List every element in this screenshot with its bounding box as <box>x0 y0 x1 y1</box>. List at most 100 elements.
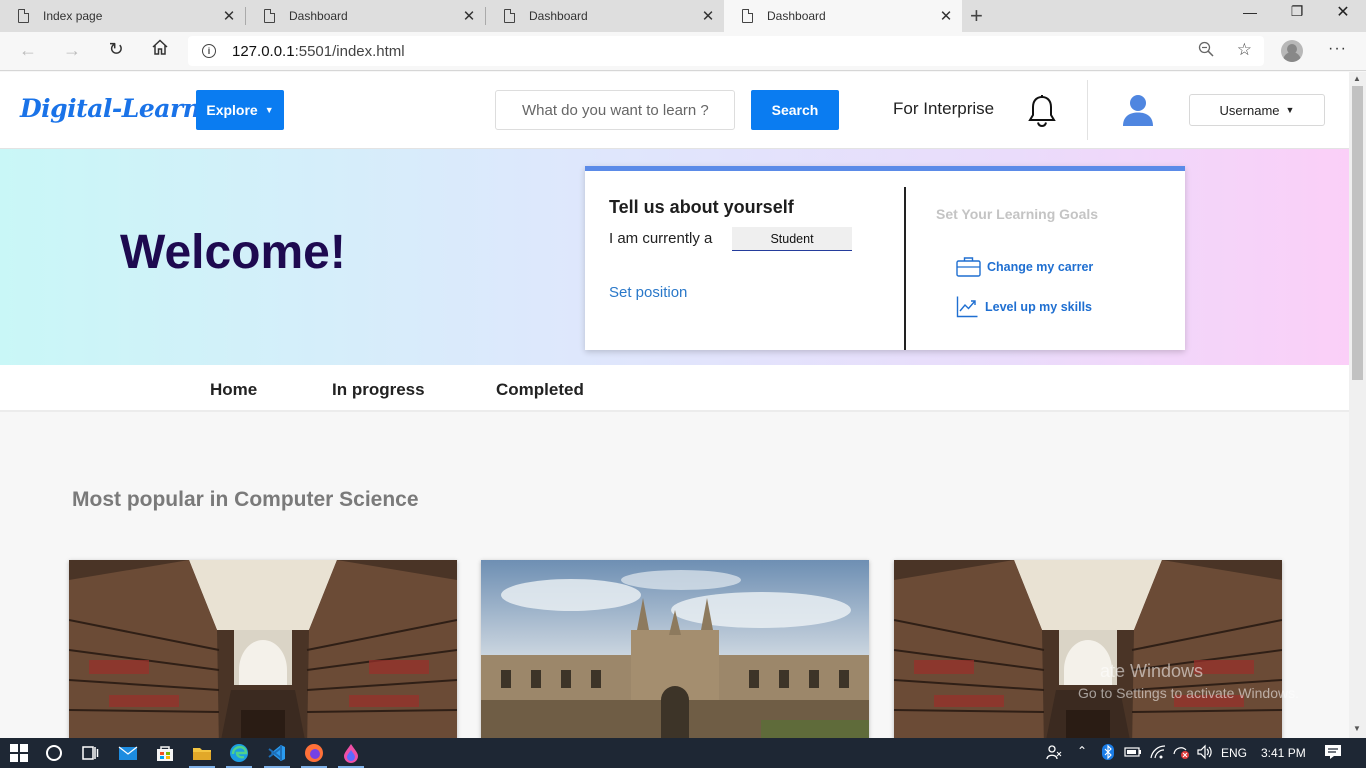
watermark-line: Go to Settings to activate Windows. <box>1078 685 1299 701</box>
home-icon[interactable] <box>148 38 172 61</box>
tab-title: Index page <box>43 9 103 23</box>
favorite-star-icon[interactable]: ☆ <box>1237 40 1252 60</box>
browser-tab[interactable]: Index page ✕ <box>0 0 245 32</box>
for-enterprise-link[interactable]: For Interprise <box>893 99 994 119</box>
library-image <box>69 560 457 738</box>
more-options-icon[interactable]: ··· <box>1328 40 1347 58</box>
document-icon <box>742 9 753 23</box>
section-title: Most popular in Computer Science <box>72 488 419 511</box>
card-divider <box>904 187 906 350</box>
language-indicator[interactable]: ENG <box>1221 746 1247 760</box>
username-label: Username <box>1219 102 1280 118</box>
windows-start-icon[interactable] <box>8 744 30 765</box>
set-position-link[interactable]: Set position <box>609 284 687 301</box>
volume-icon[interactable] <box>1196 744 1214 763</box>
explore-label: Explore <box>206 102 258 118</box>
course-card[interactable] <box>894 560 1282 738</box>
minimize-icon[interactable]: — <box>1240 4 1260 20</box>
bell-icon[interactable] <box>1027 94 1057 133</box>
tab-title: Dashboard <box>767 9 826 23</box>
site-header: Digital-Learn Explore ▼ Search For Inter… <box>0 72 1349 149</box>
user-avatar-icon[interactable] <box>1121 94 1155 131</box>
explore-button[interactable]: Explore ▼ <box>196 90 284 130</box>
role-field[interactable]: Student <box>732 227 852 251</box>
course-card[interactable] <box>481 560 869 738</box>
browser-toolbar: ← → ↻ i 127.0.0.1:5501/index.html ☆ ··· <box>0 32 1366 71</box>
goal-label: Change my carrer <box>987 259 1094 274</box>
browser-tab-active[interactable]: Dashboard ✕ <box>724 0 962 32</box>
tab-title: Dashboard <box>289 9 348 23</box>
info-icon[interactable]: i <box>202 44 216 58</box>
document-icon <box>264 9 275 23</box>
url-text: 127.0.0.1:5501/index.html <box>232 43 405 60</box>
goal-label: Level up my skills <box>985 299 1092 314</box>
window-close-icon[interactable]: ✕ <box>1333 2 1353 22</box>
tab-in-progress[interactable]: In progress <box>332 380 425 400</box>
scroll-down-icon[interactable]: ▼ <box>1353 724 1361 733</box>
close-tab-icon[interactable]: ✕ <box>700 7 716 25</box>
restore-icon[interactable]: ❐ <box>1287 3 1307 20</box>
clock[interactable]: 3:41 PM <box>1261 746 1306 760</box>
edge-browser-icon[interactable] <box>228 743 250 766</box>
paint-app-icon[interactable] <box>340 743 362 766</box>
close-tab-icon[interactable]: ✕ <box>221 7 237 25</box>
site-logo[interactable]: Digital-Learn <box>20 94 201 123</box>
close-tab-icon[interactable]: ✕ <box>938 7 954 25</box>
firefox-icon[interactable] <box>303 743 325 766</box>
header-divider <box>1087 80 1088 140</box>
people-icon[interactable] <box>1046 744 1062 763</box>
browser-tab[interactable]: Dashboard ✕ <box>486 0 724 32</box>
welcome-heading: Welcome! <box>120 226 346 279</box>
close-tab-icon[interactable]: ✕ <box>461 7 477 25</box>
role-value: Student <box>770 231 814 246</box>
card-title: Tell us about yourself <box>609 197 794 217</box>
scroll-up-icon[interactable]: ▲ <box>1353 74 1361 83</box>
watermark-line: ate Windows <box>1100 661 1204 681</box>
notifications-icon[interactable] <box>1324 744 1342 763</box>
zoom-icon[interactable] <box>1198 41 1214 62</box>
goal-level-up[interactable]: Level up my skills <box>956 295 1092 318</box>
search-input[interactable] <box>495 90 735 130</box>
new-tab-button[interactable]: + <box>970 3 983 29</box>
search-button[interactable]: Search <box>751 90 839 130</box>
page-viewport: Digital-Learn Explore ▼ Search For Inter… <box>0 72 1349 738</box>
vscode-icon[interactable] <box>266 743 288 766</box>
network-disconnected-icon[interactable] <box>1172 744 1190 763</box>
battery-icon[interactable] <box>1124 745 1142 762</box>
search-icon[interactable] <box>43 744 65 765</box>
forward-icon[interactable]: → <box>60 40 84 61</box>
scrollbar-thumb[interactable] <box>1352 86 1363 380</box>
tab-title: Dashboard <box>529 9 588 23</box>
goals-title: Set Your Learning Goals <box>936 206 1099 222</box>
profile-card: Tell us about yourself I am currently a … <box>585 166 1185 350</box>
windows-activation-watermark: ate Windows Go to Settings to activate W… <box>1078 660 1299 704</box>
mail-icon[interactable] <box>117 744 139 765</box>
browser-tab-bar: Index page ✕ Dashboard ✕ Dashboard ✕ Das… <box>0 0 1366 32</box>
tab-home[interactable]: Home <box>210 380 257 400</box>
browser-profile-icon[interactable] <box>1281 40 1303 62</box>
college-image <box>481 560 869 738</box>
task-view-icon[interactable] <box>79 744 101 765</box>
username-dropdown[interactable]: Username ▼ <box>1189 94 1325 126</box>
chevron-up-icon[interactable]: ⌃ <box>1077 744 1087 758</box>
trending-up-icon <box>956 296 978 318</box>
document-icon <box>18 9 29 23</box>
store-icon[interactable] <box>154 744 176 765</box>
address-bar[interactable]: i 127.0.0.1:5501/index.html ☆ <box>188 36 1264 66</box>
page-scrollbar[interactable]: ▲ ▼ <box>1349 72 1366 738</box>
tab-completed[interactable]: Completed <box>496 380 584 400</box>
briefcase-icon <box>956 257 981 277</box>
library-image <box>894 560 1282 738</box>
document-icon <box>504 9 515 23</box>
course-card[interactable] <box>69 560 457 738</box>
caret-down-icon: ▼ <box>264 105 274 115</box>
refresh-icon[interactable]: ↻ <box>104 39 128 60</box>
windows-taskbar: ⌃ ENG 3:41 PM <box>0 738 1366 768</box>
wifi-icon[interactable] <box>1149 744 1167 763</box>
goal-change-career[interactable]: Change my carrer <box>956 256 1093 277</box>
file-explorer-icon[interactable] <box>191 744 213 765</box>
browser-tab[interactable]: Dashboard ✕ <box>246 0 485 32</box>
back-icon[interactable]: ← <box>16 40 40 61</box>
bluetooth-icon[interactable] <box>1101 744 1115 763</box>
currently-label: I am currently a <box>609 230 713 247</box>
